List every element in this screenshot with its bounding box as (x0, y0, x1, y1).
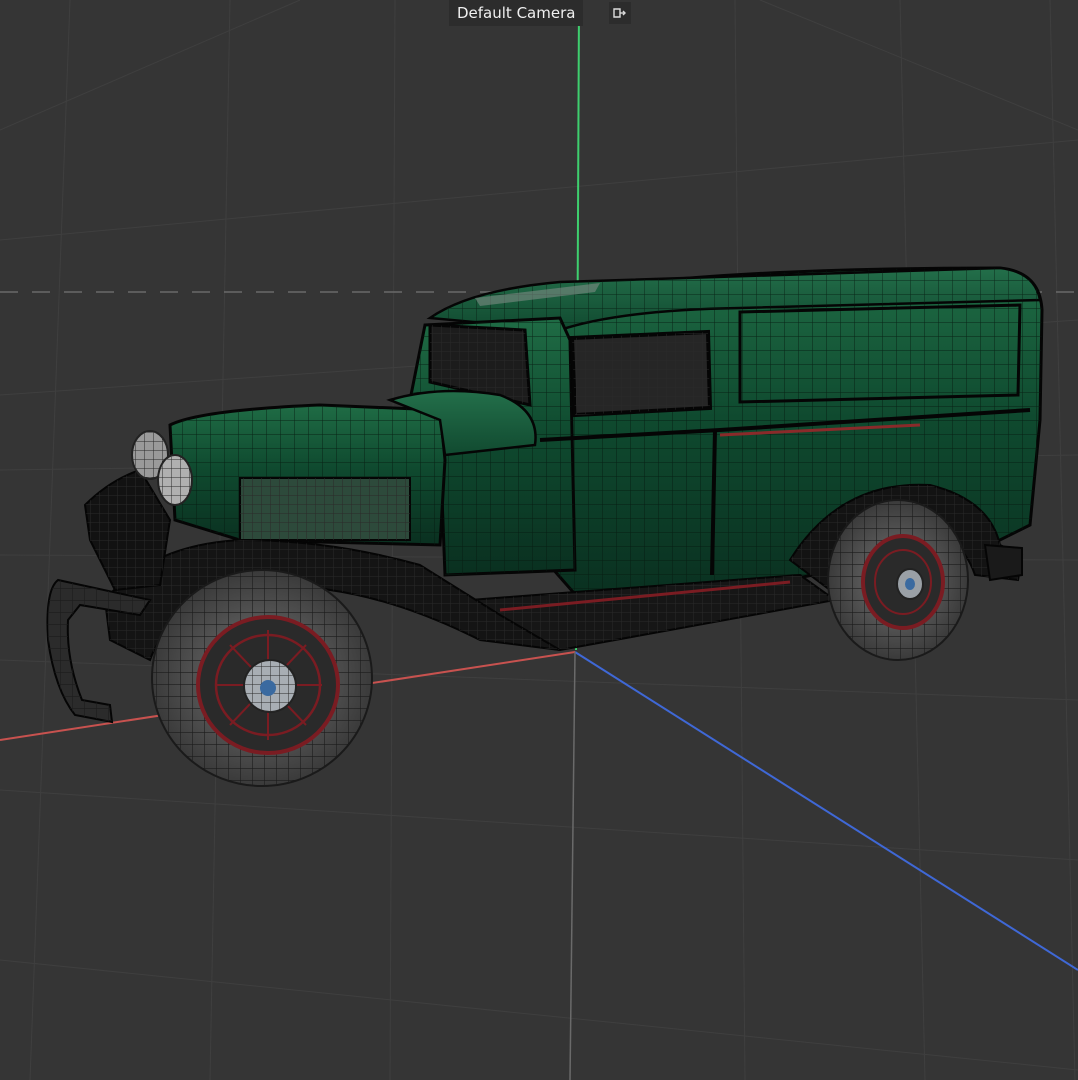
camera-switch-icon[interactable] (609, 2, 632, 24)
vertical-grid-line (569, 651, 576, 1080)
z-axis-line (574, 651, 1078, 971)
rear-wheel (827, 499, 969, 661)
camera-selector[interactable]: Default Camera (449, 0, 584, 26)
hood-louvers-wireframe (240, 478, 410, 540)
side-window-wireframe (572, 332, 710, 415)
3d-viewport[interactable]: Default Camera (0, 0, 1078, 1080)
scene-canvas[interactable] (0, 0, 1078, 1080)
vehicle-model[interactable] (46, 266, 1044, 787)
front-wheel (151, 569, 373, 787)
camera-switch-glyph (613, 8, 627, 18)
rear-bumper (983, 543, 1023, 582)
camera-toolbar: Default Camera (449, 0, 632, 26)
grille-wireframe (85, 470, 170, 590)
